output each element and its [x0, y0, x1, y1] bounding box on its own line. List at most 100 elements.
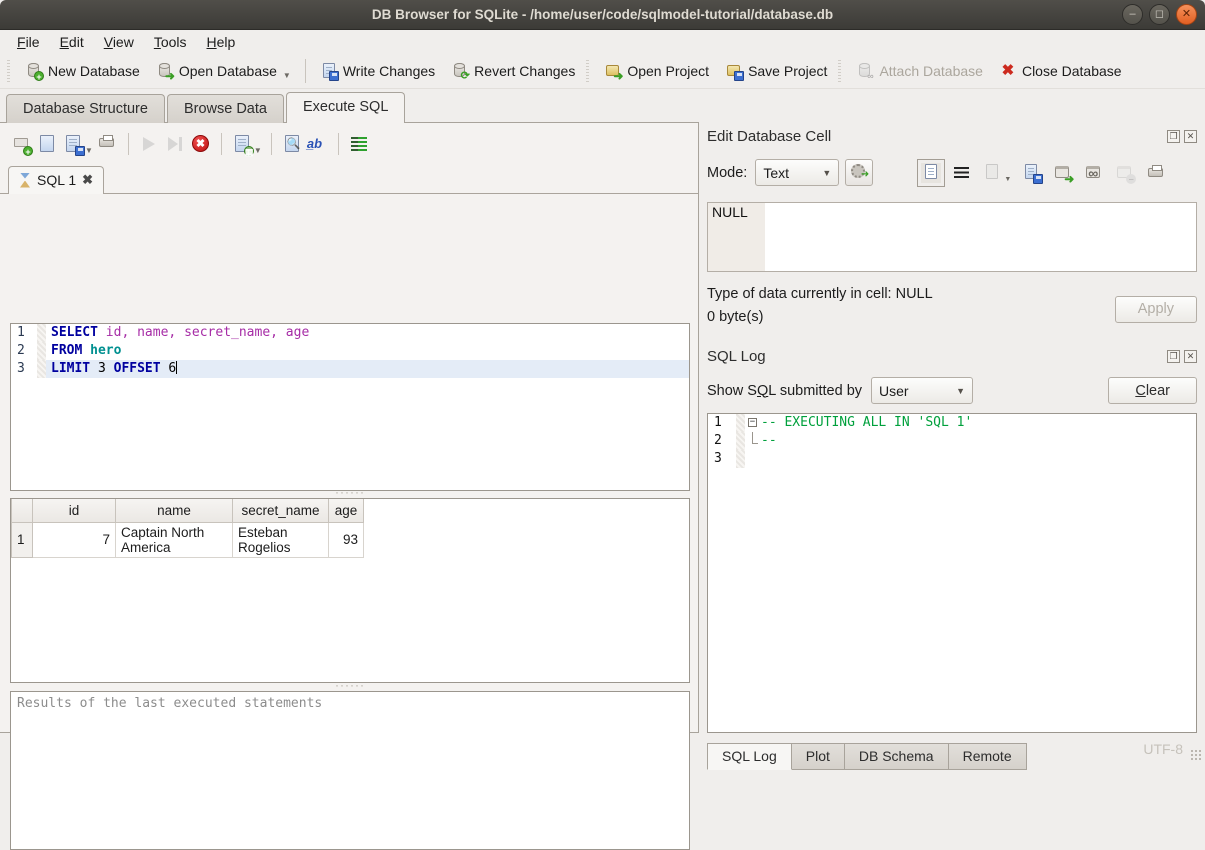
save-project-label: Save Project [748, 63, 827, 79]
close-database-button[interactable]: ✖Close Database [991, 58, 1130, 84]
mode-label: Mode: [707, 165, 747, 181]
save-sql-file-button[interactable]: ▼ [62, 133, 93, 155]
gear-icon [851, 164, 865, 178]
code-text: FROM hero [46, 342, 689, 360]
cell[interactable]: 93 [329, 522, 364, 557]
close-button[interactable]: ✕ [1176, 4, 1197, 25]
find-replace-button[interactable]: a̲b [307, 133, 329, 155]
save-project-button[interactable]: Save Project [717, 58, 835, 84]
fold-minus-icon[interactable]: − [748, 418, 757, 427]
float-dock-icon[interactable]: ❐ [1167, 130, 1180, 143]
right-dock: Edit Database Cell ❐ ✕ Mode: Text ▼ ▼➜– … [699, 122, 1205, 733]
cell-value: NULL [708, 203, 765, 271]
sql-file-tab-bar: SQL 1 ✖ [0, 163, 698, 194]
line-number: 2 [11, 342, 37, 360]
line-number: 2 [708, 432, 736, 450]
box-floppy-icon [725, 62, 743, 80]
maximize-button[interactable]: ◻ [1149, 4, 1170, 25]
float-dock-icon[interactable]: ❐ [1167, 350, 1180, 363]
print-cell-button[interactable] [1146, 163, 1166, 183]
sql-log-view[interactable]: 1−-- EXECUTING ALL IN 'SQL 1'2--3 [707, 413, 1197, 733]
toolbar-handle[interactable] [586, 60, 593, 82]
fold-column: − [745, 414, 761, 432]
chevron-down-icon[interactable]: ▼ [85, 146, 93, 155]
resize-grip[interactable] [1190, 749, 1202, 761]
new-database-button[interactable]: +New Database [17, 58, 148, 84]
tab-execute-sql[interactable]: Execute SQL [286, 92, 405, 123]
export-data-button[interactable] [1022, 163, 1042, 183]
copy-link-button[interactable] [1084, 163, 1104, 183]
line-number: 1 [11, 324, 37, 342]
status-bar: UTF-8 [0, 733, 1205, 764]
menu-edit[interactable]: Edit [51, 32, 93, 52]
execution-message-area[interactable]: Results of the last executed statements [10, 691, 690, 850]
toolbar-handle[interactable] [7, 60, 14, 82]
chevron-down-icon[interactable]: ▼ [1004, 176, 1011, 183]
mode-select[interactable]: Text ▼ [755, 159, 839, 186]
execute-all-button [138, 133, 160, 155]
toolbar-separator [338, 133, 339, 155]
column-header-secret_name[interactable]: secret_name [233, 499, 329, 522]
menu-help[interactable]: Help [198, 32, 245, 52]
splitter-handle[interactable] [10, 684, 690, 691]
step-icon [164, 133, 186, 155]
sql-file-tab-label: SQL 1 [37, 172, 76, 188]
fold-margin [736, 432, 745, 450]
close-tab-icon[interactable]: ✖ [82, 172, 93, 188]
minimize-button[interactable]: – [1122, 4, 1143, 25]
open-database-button[interactable]: ➜Open Database▼ [148, 58, 299, 84]
apply-button[interactable]: Apply [1115, 296, 1197, 323]
replace-icon: a̲b [307, 133, 329, 155]
stop-execution-button[interactable]: ✖ [190, 133, 212, 155]
revert-changes-button[interactable]: ⟳Revert Changes [443, 58, 583, 84]
close-dock-icon[interactable]: ✕ [1184, 350, 1197, 363]
row-number[interactable]: 1 [12, 522, 33, 557]
toolbar-handle[interactable] [838, 60, 845, 82]
column-header-name[interactable]: name [116, 499, 233, 522]
auto-switch-mode-button[interactable] [845, 159, 873, 186]
format-sql-button[interactable] [348, 133, 370, 155]
close-dock-icon[interactable]: ✕ [1184, 130, 1197, 143]
column-header-age[interactable]: age [329, 499, 364, 522]
tab-database-structure[interactable]: Database Structure [6, 94, 165, 123]
new-sql-tab-button[interactable]: + [10, 133, 32, 155]
cell[interactable]: Esteban Rogelios [233, 522, 329, 557]
menu-file[interactable]: File [8, 32, 49, 52]
print-icon [1146, 163, 1166, 183]
main-toolbar: +New Database➜Open Database▼Write Change… [0, 54, 1205, 89]
fold-margin [736, 450, 745, 468]
menu-tools[interactable]: Tools [145, 32, 196, 52]
print-sql-button[interactable] [97, 133, 119, 155]
word-wrap-button[interactable] [952, 163, 972, 183]
save-results-button[interactable]: ▦▼ [231, 133, 262, 155]
encoding-indicator[interactable]: UTF-8 [1143, 741, 1183, 757]
chevron-down-icon[interactable]: ▼ [254, 146, 262, 155]
chevron-down-icon[interactable]: ▼ [283, 71, 291, 80]
cell[interactable]: Captain North America [116, 522, 233, 557]
fold-margin [736, 414, 745, 432]
column-header-id[interactable]: id [33, 499, 116, 522]
sql-file-tab[interactable]: SQL 1 ✖ [8, 166, 104, 194]
write-changes-button[interactable]: Write Changes [312, 58, 443, 84]
open-in-app-button[interactable]: ➜ [1053, 163, 1073, 183]
cell[interactable]: 7 [33, 522, 116, 557]
attach-database-button: ∞Attach Database [848, 58, 991, 84]
menu-view[interactable]: View [95, 32, 143, 52]
corner-header[interactable] [12, 499, 33, 522]
splitter-handle[interactable] [10, 491, 690, 498]
cell-type-info: Type of data currently in cell: NULL [707, 286, 933, 302]
tab-browse-data[interactable]: Browse Data [167, 94, 284, 123]
sql-code-editor[interactable]: 1SELECT id, name, secret_name, age2FROM … [10, 323, 690, 491]
cell-value-editor[interactable]: NULL [707, 202, 1197, 272]
results-grid: idnamesecret_nameage 17Captain North Amer… [10, 498, 690, 683]
find-in-sql-button[interactable] [281, 133, 303, 155]
execute-sql-page: + ▼ ✖ ▦▼ a̲b SQL 1 ✖ 1SELECT id, name, secre… [0, 122, 699, 733]
log-filter-select[interactable]: User ▼ [871, 377, 973, 404]
open-sql-file-button[interactable] [36, 133, 58, 155]
text-mode-button[interactable] [921, 163, 941, 183]
open-database-label: Open Database [179, 63, 277, 79]
clear-log-button[interactable]: Clear [1108, 377, 1197, 404]
fold-margin [37, 360, 46, 378]
db-link-icon: ∞ [856, 62, 874, 80]
open-project-button[interactable]: ➜Open Project [596, 58, 717, 84]
